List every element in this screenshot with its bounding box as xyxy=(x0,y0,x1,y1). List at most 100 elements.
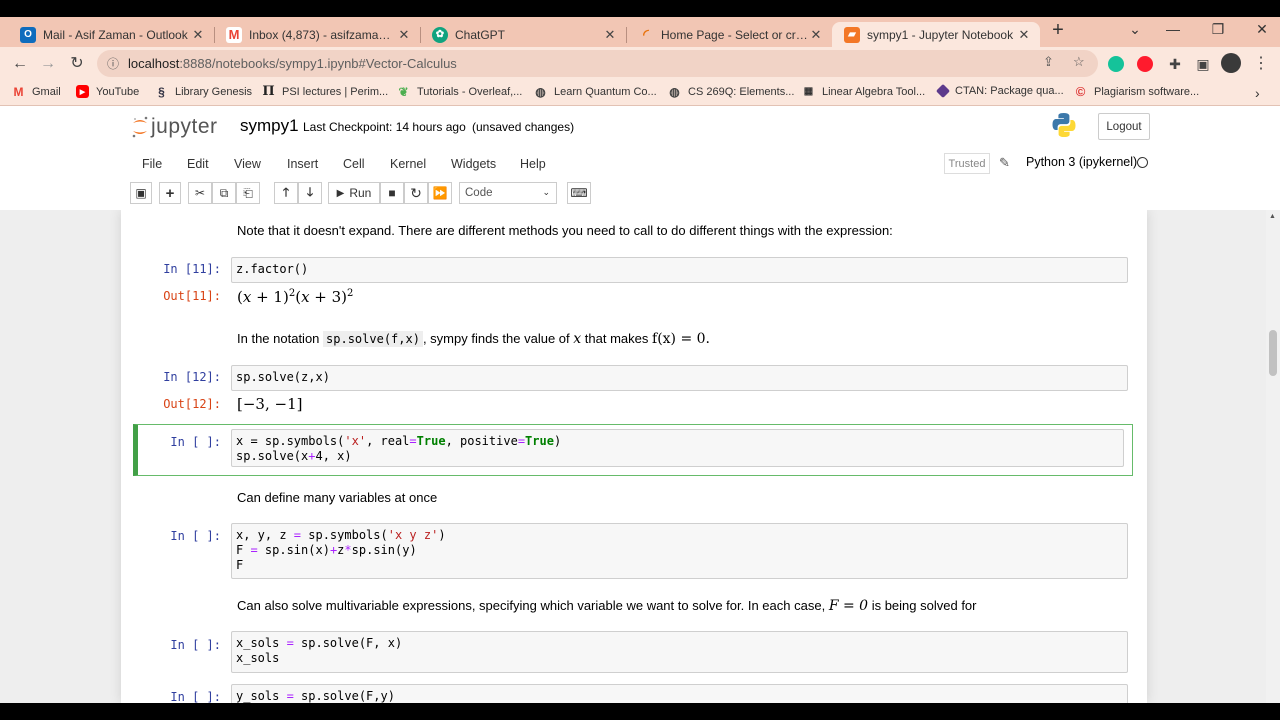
tab-search-chevron-icon[interactable]: ⌄ xyxy=(1120,21,1150,38)
opera-extension-icon[interactable] xyxy=(1137,56,1153,72)
edit-pencil-icon[interactable]: ✎ xyxy=(999,155,1010,171)
tab-title: ChatGPT xyxy=(455,27,506,42)
code-line: sp.solve(z,x) xyxy=(236,370,330,384)
logout-button[interactable]: Logout xyxy=(1098,113,1150,140)
bookmark-label: CTAN: Package qua... xyxy=(955,85,1064,97)
jupyter-logo[interactable]: jupyter xyxy=(131,114,218,140)
input-prompt: In [11]: xyxy=(163,262,221,276)
bookmark-library-genesis[interactable]: § Library Genesis xyxy=(155,84,252,99)
notebook-name[interactable]: sympy1 xyxy=(240,116,299,136)
info-icon[interactable]: ⓘ xyxy=(107,55,121,72)
reload-icon[interactable]: ↻ xyxy=(66,53,88,75)
cut-scissors-icon[interactable]: ✂ xyxy=(188,182,212,204)
new-tab-button[interactable]: + xyxy=(1043,19,1073,42)
tab-outlook[interactable]: O Mail - Asif Zaman - Outlook ✕ xyxy=(8,22,214,47)
insert-cell-plus-icon[interactable]: + xyxy=(159,182,181,204)
code-line: z.factor() xyxy=(236,262,309,276)
input-prompt: In [12]: xyxy=(163,370,221,384)
menu-widgets[interactable]: Widgets xyxy=(451,157,496,171)
tab-chatgpt[interactable]: ✿ ChatGPT ✕ xyxy=(420,22,626,47)
close-icon[interactable]: ✕ xyxy=(1016,27,1032,43)
library-icon: § xyxy=(158,84,165,99)
save-icon[interactable]: ▣ xyxy=(130,182,152,204)
move-down-arrow-icon[interactable]: 🡓 xyxy=(298,182,322,204)
run-button[interactable]: ▶ Run xyxy=(328,182,380,204)
grammarly-extension-icon[interactable] xyxy=(1108,56,1124,72)
tab-title: sympy1 - Jupyter Notebook xyxy=(867,27,1014,42)
bookmark-gmail[interactable]: M Gmail xyxy=(12,85,61,99)
copy-icon[interactable]: ⧉ xyxy=(212,182,236,204)
bookmark-plagiarism[interactable]: © Plagiarism software... xyxy=(1074,84,1199,99)
url-path: :8888/notebooks/sympy1.ipynb#Vector-Calc… xyxy=(179,56,457,71)
menu-view[interactable]: View xyxy=(234,157,261,171)
kernel-name[interactable]: Python 3 (ipykernel) xyxy=(1026,155,1137,169)
markdown-cell-many-variables[interactable]: Can define many variables at once xyxy=(237,490,437,505)
tab-strip: O Mail - Asif Zaman - Outlook ✕ M Inbox … xyxy=(0,17,1280,47)
tab-jupyter[interactable]: ▰ sympy1 - Jupyter Notebook ✕ xyxy=(832,22,1040,47)
menu-kernel[interactable]: Kernel xyxy=(390,157,426,171)
menu-help[interactable]: Help xyxy=(520,157,546,171)
bookmark-youtube[interactable]: ▶ YouTube xyxy=(76,85,139,98)
address-bar[interactable]: ⓘ localhost:8888/notebooks/sympy1.ipynb#… xyxy=(97,50,1098,77)
restart-icon[interactable]: ↻ xyxy=(404,182,428,204)
jupyter-icon: ▰ xyxy=(844,26,860,43)
tab-title: Home Page - Select or create a... xyxy=(661,27,808,42)
markdown-cell-notation[interactable]: In the notation sp.solve(f,x), sympy fin… xyxy=(237,331,710,347)
menu-cell[interactable]: Cell xyxy=(343,157,365,171)
bookmark-overleaf[interactable]: ❦ Tutorials - Overleaf,... xyxy=(397,85,522,99)
scroll-up-arrow-icon[interactable]: ▲ xyxy=(1269,213,1276,220)
browser-window: O Mail - Asif Zaman - Outlook ✕ M Inbox … xyxy=(0,17,1280,703)
bookmarks-overflow-chevron-icon[interactable]: › xyxy=(1255,85,1260,101)
move-up-arrow-icon[interactable]: 🡑 xyxy=(274,182,298,204)
forward-arrow-icon[interactable]: → xyxy=(37,53,59,75)
interrupt-stop-icon[interactable]: ■ xyxy=(380,182,404,204)
scrollbar-thumb[interactable] xyxy=(1269,330,1277,376)
share-icon[interactable]: ⇪ xyxy=(1043,54,1054,70)
menu-file[interactable]: File xyxy=(142,157,162,171)
code-cell-input[interactable]: x_sols = sp.solve(F, x) x_sols xyxy=(231,631,1128,673)
cell-type-select[interactable]: Code ⌄ xyxy=(459,182,557,204)
md-text: is being solved for xyxy=(871,598,977,613)
trusted-indicator[interactable]: Trusted xyxy=(944,153,990,174)
code-cell-input[interactable]: x = sp.symbols('x', real=True, positive=… xyxy=(231,429,1124,467)
bookmark-star-icon[interactable]: ☆ xyxy=(1073,54,1085,70)
profile-avatar[interactable] xyxy=(1221,53,1241,73)
code-cell-input[interactable]: y_sols = sp.solve(F,y) y_sols xyxy=(231,684,1128,703)
tab-overleaf[interactable]: ◜ Home Page - Select or create a... ✕ xyxy=(626,22,832,47)
notebook-site: Note that it doesn't expand. There are d… xyxy=(0,210,1266,703)
bookmark-learn-quantum[interactable]: ◍ Learn Quantum Co... xyxy=(534,85,656,99)
code-cell-input[interactable]: sp.solve(z,x) xyxy=(231,365,1128,391)
bookmark-ctan[interactable]: CTAN: Package qua... xyxy=(935,83,1064,99)
md-text: Can also solve multivariable expressions… xyxy=(237,598,826,613)
side-panel-icon[interactable]: ▣ xyxy=(1192,53,1214,75)
close-icon[interactable]: ✕ xyxy=(396,27,412,43)
extensions-puzzle-icon[interactable]: ✚ xyxy=(1164,53,1186,75)
close-icon[interactable]: ✕ xyxy=(808,27,824,43)
code-cell-input[interactable]: x, y, z = sp.symbols('x y z') F = sp.sin… xyxy=(231,523,1128,579)
command-palette-keyboard-icon[interactable]: ⌨ xyxy=(567,182,591,204)
markdown-cell-note[interactable]: Note that it doesn't expand. There are d… xyxy=(237,223,893,238)
restart-run-all-fast-forward-icon[interactable]: ⏩ xyxy=(428,182,452,204)
outlook-icon: O xyxy=(20,26,36,43)
back-arrow-icon[interactable]: ← xyxy=(9,53,31,75)
bookmark-psi-lectures[interactable]: Π PSI lectures | Perim... xyxy=(262,84,388,99)
tab-gmail[interactable]: M Inbox (4,873) - asifzaman@icp... ✕ xyxy=(214,22,420,47)
url-text[interactable]: localhost:8888/notebooks/sympy1.ipynb#Ve… xyxy=(128,56,457,71)
play-icon: ▶ xyxy=(336,187,345,199)
code-cell-input[interactable]: z.factor() xyxy=(231,257,1128,283)
close-icon[interactable]: ✕ xyxy=(190,27,206,43)
bookmark-linear-algebra[interactable]: ▦ Linear Algebra Tool... xyxy=(802,85,925,98)
bookmark-cs269q[interactable]: ◍ CS 269Q: Elements... xyxy=(668,85,794,99)
minimize-icon[interactable]: — xyxy=(1158,21,1188,37)
copyright-icon: © xyxy=(1075,84,1086,99)
menu-insert[interactable]: Insert xyxy=(287,157,318,171)
input-prompt: In [ ]: xyxy=(170,529,221,543)
markdown-cell-multivariable[interactable]: Can also solve multivariable expressions… xyxy=(237,598,976,614)
paste-icon[interactable]: ⎗ xyxy=(236,182,260,204)
restore-icon[interactable]: ❐ xyxy=(1203,21,1233,38)
menu-edit[interactable]: Edit xyxy=(187,157,209,171)
close-icon[interactable]: ✕ xyxy=(602,27,618,43)
page-scrollbar[interactable]: ▲ xyxy=(1266,210,1280,703)
more-menu-icon[interactable]: ⋮ xyxy=(1250,53,1272,75)
close-window-icon[interactable]: ✕ xyxy=(1247,21,1277,38)
